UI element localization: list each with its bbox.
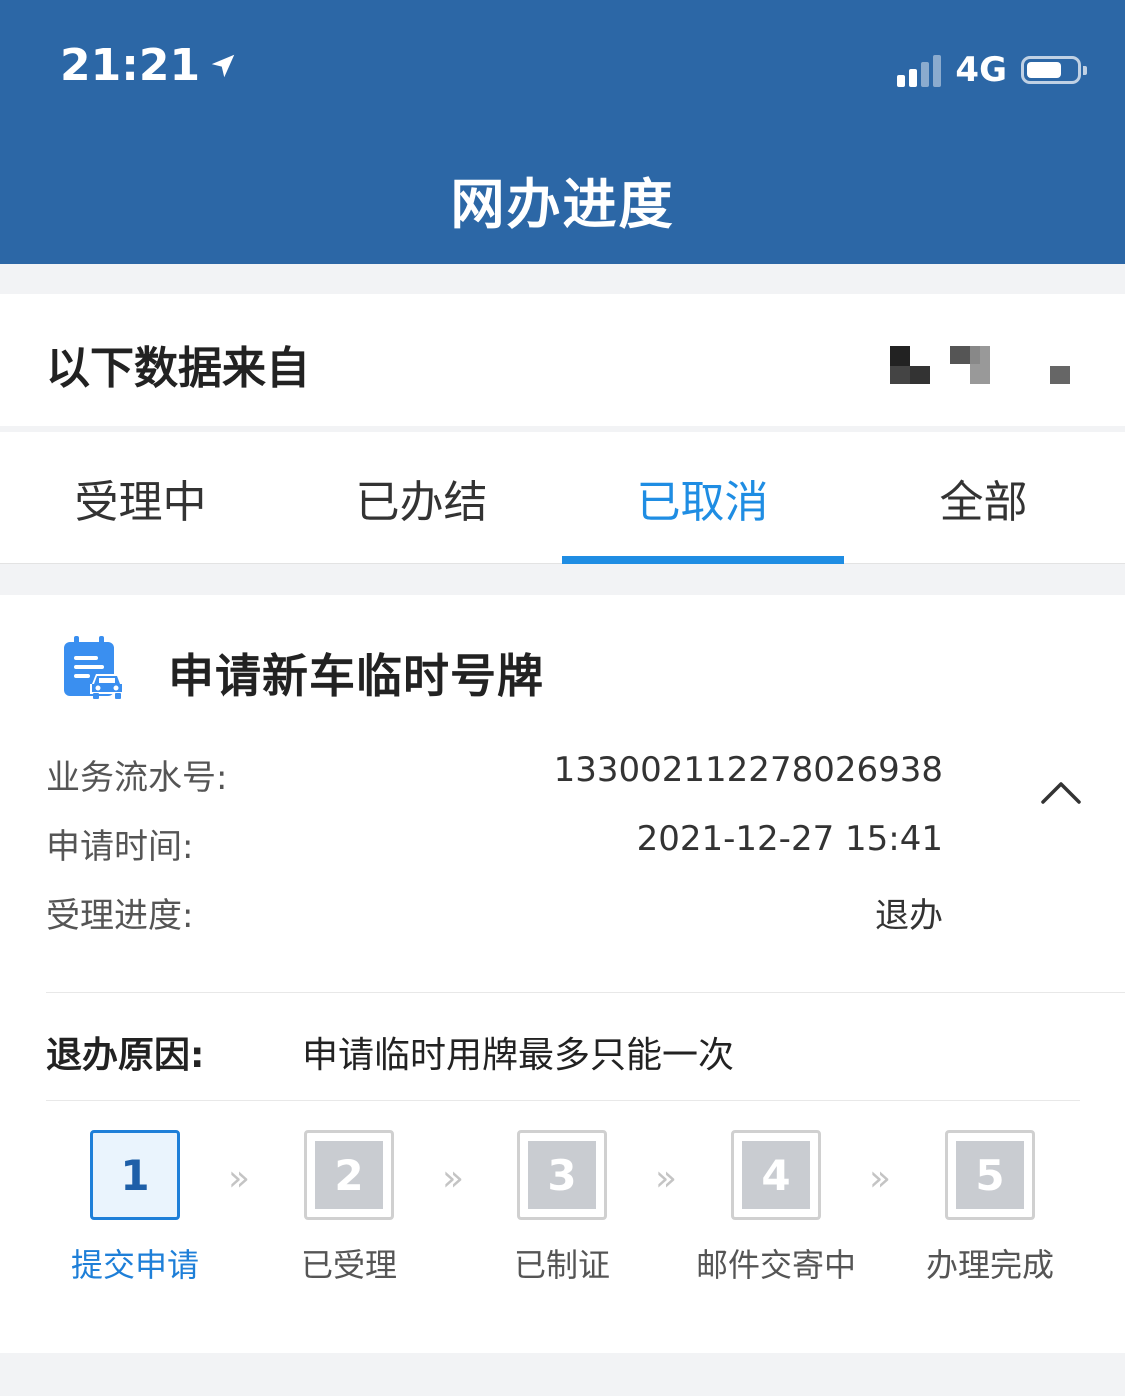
step-arrow-icon: » <box>869 1158 892 1199</box>
progress-value: 退办 <box>875 896 943 936</box>
step-2-number: 2 <box>315 1141 383 1209</box>
status-time-text: 21:21 <box>60 40 201 91</box>
location-arrow-icon <box>211 54 235 77</box>
network-type: 4G <box>955 50 1007 90</box>
page-title: 网办进度 <box>450 173 675 236</box>
chevron-up-icon[interactable] <box>1040 778 1082 806</box>
status-tabs: 受理中 已办结 已取消 全部 <box>0 432 1125 564</box>
battery-icon <box>1021 56 1087 84</box>
step-arrow-icon: » <box>655 1158 678 1199</box>
step-2-label: 已受理 <box>300 1246 397 1284</box>
tab-all[interactable]: 全部 <box>843 432 1124 564</box>
step-1-number: 1 <box>120 1150 150 1200</box>
status-bar-time: 21:21 <box>60 40 238 91</box>
step-4-box: 4 <box>731 1130 821 1220</box>
calendar-car-icon <box>64 636 124 699</box>
step-3-label: 已制证 <box>513 1246 610 1284</box>
card-title: 申请新车临时号牌 <box>168 649 544 703</box>
step-arrow-icon: » <box>228 1158 251 1199</box>
card-divider <box>46 992 1125 993</box>
step-3-box: 3 <box>517 1130 607 1220</box>
data-source-label: 以下数据来自 <box>46 343 310 394</box>
signal-bars-icon <box>897 53 942 87</box>
step-3-number: 3 <box>528 1141 596 1209</box>
progress-label: 受理进度: <box>46 896 194 936</box>
status-bar-right: 4G <box>897 50 1087 90</box>
step-2-box: 2 <box>304 1130 394 1220</box>
tab-in-progress[interactable]: 受理中 <box>0 432 281 564</box>
steps-divider <box>46 1100 1080 1101</box>
tab-completed[interactable]: 已办结 <box>281 432 562 564</box>
reject-reason-label: 退办原因: <box>46 1035 205 1076</box>
tab-cancelled[interactable]: 已取消 <box>562 432 843 564</box>
step-1-box: 1 <box>90 1130 180 1220</box>
serial-number-label: 业务流水号: <box>46 758 228 798</box>
step-arrow-icon: » <box>442 1158 465 1199</box>
apply-time-value: 2021-12-27 15:41 <box>636 819 943 859</box>
step-4-label: 邮件交寄中 <box>695 1246 856 1284</box>
step-4-number: 4 <box>742 1141 810 1209</box>
step-5-box: 5 <box>945 1130 1035 1220</box>
step-5-number: 5 <box>956 1141 1024 1209</box>
reject-reason-text: 申请临时用牌最多只能一次 <box>302 1035 735 1076</box>
step-1-label: 提交申请 <box>70 1246 199 1284</box>
active-tab-indicator <box>562 556 844 564</box>
serial-number-value: 133002112278026938 <box>553 750 943 790</box>
step-5-label: 办理完成 <box>925 1246 1054 1284</box>
apply-time-label: 申请时间: <box>46 827 194 867</box>
app-header: 21:21 4G 网办进度 <box>0 0 1125 264</box>
